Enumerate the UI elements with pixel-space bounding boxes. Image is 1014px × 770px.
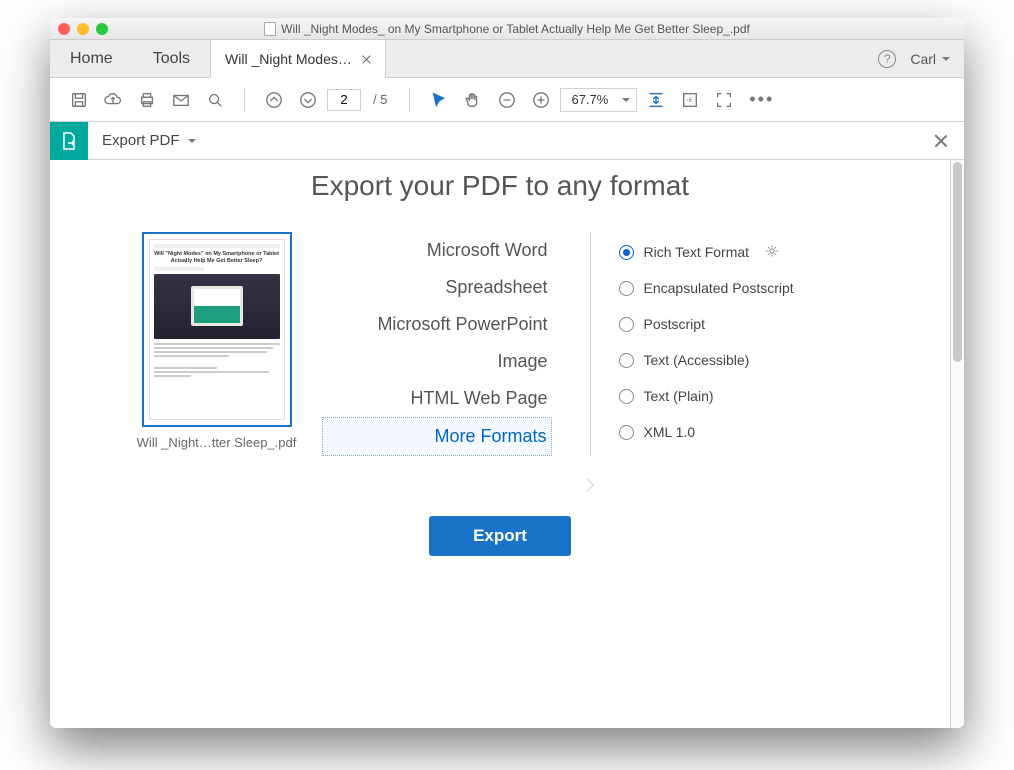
cloud-upload-icon[interactable] <box>102 89 124 111</box>
window-title-text: Will _Night Modes_ on My Smartphone or T… <box>281 22 750 36</box>
export-category-item[interactable]: Microsoft PowerPoint <box>322 306 552 343</box>
vertical-scrollbar[interactable] <box>950 160 964 728</box>
page-down-icon[interactable] <box>297 89 319 111</box>
thumb-article-title: Will "Night Modes" on My Smartphone or T… <box>154 251 280 264</box>
document-tab-close-icon[interactable] <box>362 55 371 64</box>
document-tab-label: Will _Night Modes… <box>225 51 352 67</box>
window-fullscreen-button[interactable] <box>96 23 108 35</box>
gear-icon[interactable] <box>765 244 779 261</box>
export-category-item[interactable]: Microsoft Word <box>322 232 552 269</box>
separator <box>244 88 245 112</box>
radio-button[interactable] <box>619 425 634 440</box>
tab-home[interactable]: Home <box>50 40 133 77</box>
export-format-item[interactable]: Encapsulated Postscript <box>619 270 879 306</box>
radio-button[interactable] <box>619 317 634 332</box>
tool-subbar-close-icon[interactable] <box>934 134 948 148</box>
fit-width-icon[interactable] <box>645 89 667 111</box>
format-label: XML 1.0 <box>644 424 696 440</box>
export-category-item[interactable]: Image <box>322 343 552 380</box>
more-tools-icon[interactable]: ••• <box>749 89 774 110</box>
radio-button[interactable] <box>619 353 634 368</box>
titlebar: Will _Night Modes_ on My Smartphone or T… <box>50 18 964 40</box>
export-format-item[interactable]: XML 1.0 <box>619 414 879 450</box>
caret-down-icon <box>942 57 950 61</box>
app-window: Will _Night Modes_ on My Smartphone or T… <box>50 18 964 728</box>
scrollbar-thumb[interactable] <box>953 162 962 362</box>
page-up-icon[interactable] <box>263 89 285 111</box>
caret-down-icon <box>622 98 630 102</box>
thumbnail-filename: Will _Night…tter Sleep_.pdf <box>122 435 312 450</box>
export-category-list: Microsoft WordSpreadsheetMicrosoft Power… <box>322 232 562 456</box>
document-tab[interactable]: Will _Night Modes… <box>210 40 386 78</box>
caret-down-icon <box>188 139 196 143</box>
content-area: Export your PDF to any format Will "Nigh… <box>50 160 964 728</box>
main-tabs-row: Home Tools Will _Night Modes… ? Carl <box>50 40 964 78</box>
radio-button[interactable] <box>619 281 634 296</box>
search-icon[interactable] <box>204 89 226 111</box>
user-name-label: Carl <box>910 51 936 67</box>
toolbar: / 5 67.7% ••• <box>50 78 964 122</box>
email-icon[interactable] <box>170 89 192 111</box>
print-icon[interactable] <box>136 89 158 111</box>
radio-button[interactable] <box>619 245 634 260</box>
fit-page-icon[interactable] <box>679 89 701 111</box>
zoom-select[interactable]: 67.7% <box>560 88 637 112</box>
user-menu[interactable]: Carl <box>910 51 950 67</box>
export-format-item[interactable]: Text (Accessible) <box>619 342 879 378</box>
export-category-item[interactable]: Spreadsheet <box>322 269 552 306</box>
divider <box>590 232 591 456</box>
file-icon <box>264 22 276 36</box>
export-format-item[interactable]: Rich Text Format <box>619 234 879 270</box>
tab-tools[interactable]: Tools <box>133 40 210 77</box>
zoom-in-icon[interactable] <box>530 89 552 111</box>
zoom-value: 67.7% <box>571 92 608 107</box>
format-label: Encapsulated Postscript <box>644 280 794 296</box>
export-category-item[interactable]: More Formats <box>322 417 552 456</box>
window-title: Will _Night Modes_ on My Smartphone or T… <box>50 22 964 36</box>
format-label: Rich Text Format <box>644 244 750 260</box>
format-label: Postscript <box>644 316 705 332</box>
fullscreen-icon[interactable] <box>713 89 735 111</box>
tool-subbar: Export PDF <box>50 122 964 160</box>
document-thumbnail[interactable]: Will "Night Modes" on My Smartphone or T… <box>142 232 292 427</box>
page-total-label: / 5 <box>373 92 387 107</box>
hand-tool-icon[interactable] <box>462 89 484 111</box>
export-format-item[interactable]: Text (Plain) <box>619 378 879 414</box>
export-pdf-tile-icon <box>50 122 88 160</box>
tool-subbar-label: Export PDF <box>102 132 180 149</box>
export-category-item[interactable]: HTML Web Page <box>322 380 552 417</box>
save-icon[interactable] <box>68 89 90 111</box>
radio-button[interactable] <box>619 389 634 404</box>
format-label: Text (Plain) <box>644 388 714 404</box>
zoom-out-icon[interactable] <box>496 89 518 111</box>
window-minimize-button[interactable] <box>77 23 89 35</box>
help-icon[interactable]: ? <box>878 50 896 68</box>
export-button[interactable]: Export <box>429 516 571 556</box>
export-heading: Export your PDF to any format <box>80 170 920 202</box>
window-close-button[interactable] <box>58 23 70 35</box>
format-label: Text (Accessible) <box>644 352 750 368</box>
selection-tool-icon[interactable] <box>428 89 450 111</box>
page-number-input[interactable] <box>327 89 361 111</box>
separator <box>409 88 410 112</box>
export-format-list: Rich Text Format Encapsulated Postscript P… <box>619 232 879 450</box>
export-format-item[interactable]: Postscript <box>619 306 879 342</box>
tool-subbar-dropdown[interactable]: Export PDF <box>102 132 196 149</box>
